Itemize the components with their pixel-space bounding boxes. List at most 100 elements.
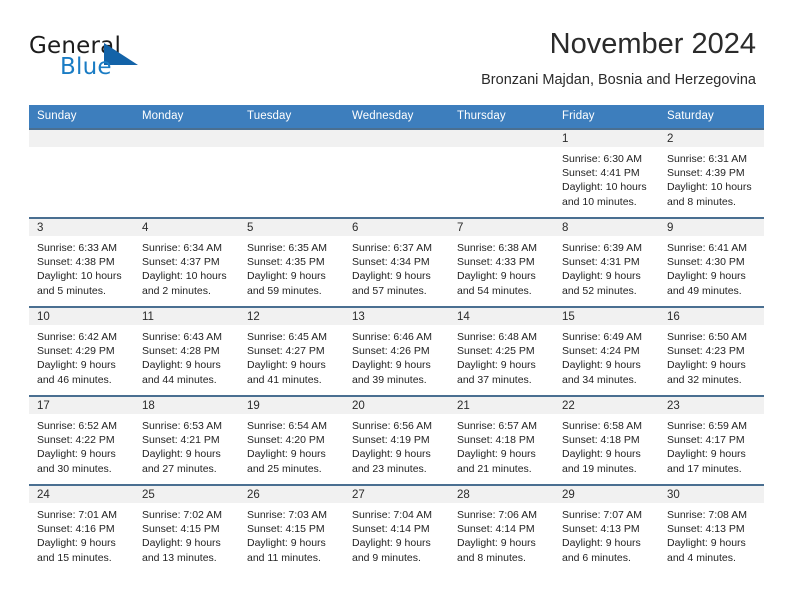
day-number: 19 — [239, 397, 344, 414]
calendar-day-cell[interactable]: 11 Sunrise: 6:43 AM Sunset: 4:28 PM Dayligh… — [134, 306, 239, 396]
sunrise-text: Sunrise: 7:03 AM — [247, 509, 327, 521]
calendar-day-cell[interactable]: 8 Sunrise: 6:39 AM Sunset: 4:31 PM Daylight… — [554, 217, 659, 307]
day-number: 18 — [134, 397, 239, 414]
day-number: 6 — [344, 219, 449, 236]
sunset-text: Sunset: 4:28 PM — [142, 345, 220, 358]
daylight-text: Daylight: 9 hours and 23 minutes. — [352, 448, 431, 475]
weekday-header-tuesday: Tuesday — [239, 105, 344, 129]
calendar-day-cell[interactable]: 15 Sunrise: 6:49 AM Sunset: 4:24 PM Dayligh… — [554, 306, 659, 396]
calendar-day-cell[interactable]: 16 Sunrise: 6:50 AM Sunset: 4:23 PM Dayligh… — [659, 306, 764, 396]
sunset-text: Sunset: 4:18 PM — [562, 434, 640, 447]
calendar-day-cell[interactable]: 27 Sunrise: 7:04 AM Sunset: 4:14 PM Dayligh… — [344, 484, 449, 574]
generalblue-logo[interactable]: General Blue — [29, 33, 169, 83]
sunrise-text: Sunrise: 6:38 AM — [457, 242, 537, 254]
calendar-day-cell[interactable]: 29 Sunrise: 7:07 AM Sunset: 4:13 PM Dayligh… — [554, 484, 659, 574]
day-details: Sunrise: 6:37 AM Sunset: 4:34 PM Daylight:… — [344, 236, 449, 298]
sunset-text: Sunset: 4:25 PM — [457, 345, 535, 358]
sunset-text: Sunset: 4:23 PM — [667, 345, 745, 358]
calendar-day-cell[interactable]: 24 Sunrise: 7:01 AM Sunset: 4:16 PM Dayligh… — [29, 484, 134, 574]
daylight-text: Daylight: 9 hours and 39 minutes. — [352, 359, 431, 386]
sunrise-text: Sunrise: 6:50 AM — [667, 331, 747, 343]
calendar-day-cell[interactable]: 18 Sunrise: 6:53 AM Sunset: 4:21 PM Dayligh… — [134, 395, 239, 485]
day-number: 4 — [134, 219, 239, 236]
sunrise-text: Sunrise: 7:08 AM — [667, 509, 747, 521]
page-header: General Blue November 2024 Bronzani Majd… — [0, 0, 792, 104]
day-number: 7 — [449, 219, 554, 236]
calendar-day-cell[interactable]: 21 Sunrise: 6:57 AM Sunset: 4:18 PM Dayligh… — [449, 395, 554, 485]
day-number: 9 — [659, 219, 764, 236]
sunrise-text: Sunrise: 6:54 AM — [247, 420, 327, 432]
sunrise-text: Sunrise: 6:43 AM — [142, 331, 222, 343]
sunset-text: Sunset: 4:33 PM — [457, 256, 535, 269]
day-details: Sunrise: 6:57 AM Sunset: 4:18 PM Daylight:… — [449, 414, 554, 476]
day-number — [449, 130, 554, 147]
calendar-day-cell[interactable]: 12 Sunrise: 6:45 AM Sunset: 4:27 PM Dayligh… — [239, 306, 344, 396]
day-number: 28 — [449, 486, 554, 503]
day-details: Sunrise: 6:59 AM Sunset: 4:17 PM Daylight:… — [659, 414, 764, 476]
calendar-day-cell[interactable]: 5 Sunrise: 6:35 AM Sunset: 4:35 PM Daylight… — [239, 217, 344, 307]
sunset-text: Sunset: 4:34 PM — [352, 256, 430, 269]
daylight-text: Daylight: 9 hours and 32 minutes. — [667, 359, 746, 386]
calendar-day-cell[interactable]: 22 Sunrise: 6:58 AM Sunset: 4:18 PM Dayligh… — [554, 395, 659, 485]
daylight-text: Daylight: 9 hours and 25 minutes. — [247, 448, 326, 475]
calendar-day-cell[interactable]: 25 Sunrise: 7:02 AM Sunset: 4:15 PM Dayligh… — [134, 484, 239, 574]
calendar-day-cell[interactable]: 4 Sunrise: 6:34 AM Sunset: 4:37 PM Daylight… — [134, 217, 239, 307]
calendar-day-cell[interactable]: 30 Sunrise: 7:08 AM Sunset: 4:13 PM Dayligh… — [659, 484, 764, 574]
daylight-text: Daylight: 9 hours and 30 minutes. — [37, 448, 116, 475]
calendar-cell-empty — [449, 128, 554, 218]
sunset-text: Sunset: 4:13 PM — [562, 523, 640, 536]
day-number: 27 — [344, 486, 449, 503]
sunrise-text: Sunrise: 6:39 AM — [562, 242, 642, 254]
sunrise-text: Sunrise: 6:35 AM — [247, 242, 327, 254]
day-number: 23 — [659, 397, 764, 414]
calendar-day-cell[interactable]: 23 Sunrise: 6:59 AM Sunset: 4:17 PM Dayligh… — [659, 395, 764, 485]
sunrise-text: Sunrise: 6:31 AM — [667, 153, 747, 165]
calendar-day-cell[interactable]: 6 Sunrise: 6:37 AM Sunset: 4:34 PM Daylight… — [344, 217, 449, 307]
day-number: 15 — [554, 308, 659, 325]
sunrise-text: Sunrise: 6:49 AM — [562, 331, 642, 343]
daylight-text: Daylight: 9 hours and 37 minutes. — [457, 359, 536, 386]
day-number: 5 — [239, 219, 344, 236]
day-details: Sunrise: 6:46 AM Sunset: 4:26 PM Daylight:… — [344, 325, 449, 387]
calendar-day-cell[interactable]: 13 Sunrise: 6:46 AM Sunset: 4:26 PM Dayligh… — [344, 306, 449, 396]
sunrise-text: Sunrise: 7:06 AM — [457, 509, 537, 521]
calendar-day-cell[interactable]: 26 Sunrise: 7:03 AM Sunset: 4:15 PM Dayligh… — [239, 484, 344, 574]
calendar-day-cell[interactable]: 17 Sunrise: 6:52 AM Sunset: 4:22 PM Dayligh… — [29, 395, 134, 485]
daylight-text: Daylight: 10 hours and 10 minutes. — [562, 181, 647, 208]
calendar-day-cell[interactable]: 10 Sunrise: 6:42 AM Sunset: 4:29 PM Dayligh… — [29, 306, 134, 396]
sunrise-text: Sunrise: 6:42 AM — [37, 331, 117, 343]
daylight-text: Daylight: 9 hours and 15 minutes. — [37, 537, 116, 564]
weekday-header-friday: Friday — [554, 105, 659, 129]
daylight-text: Daylight: 9 hours and 19 minutes. — [562, 448, 641, 475]
day-number: 13 — [344, 308, 449, 325]
day-details: Sunrise: 6:56 AM Sunset: 4:19 PM Daylight:… — [344, 414, 449, 476]
calendar-table: Sunday Monday Tuesday Wednesday Thursday Frid… — [29, 105, 764, 574]
logo-text-blue: Blue — [60, 54, 112, 80]
sunrise-text: Sunrise: 6:46 AM — [352, 331, 432, 343]
sunrise-text: Sunrise: 6:57 AM — [457, 420, 537, 432]
sunrise-text: Sunrise: 7:02 AM — [142, 509, 222, 521]
day-number: 30 — [659, 486, 764, 503]
daylight-text: Daylight: 9 hours and 6 minutes. — [562, 537, 641, 564]
sunset-text: Sunset: 4:20 PM — [247, 434, 325, 447]
calendar-day-cell[interactable]: 7 Sunrise: 6:38 AM Sunset: 4:33 PM Daylight… — [449, 217, 554, 307]
day-details: Sunrise: 7:03 AM Sunset: 4:15 PM Daylight:… — [239, 503, 344, 565]
calendar-day-cell[interactable]: 9 Sunrise: 6:41 AM Sunset: 4:30 PM Daylight… — [659, 217, 764, 307]
daylight-text: Daylight: 9 hours and 41 minutes. — [247, 359, 326, 386]
sunset-text: Sunset: 4:13 PM — [667, 523, 745, 536]
calendar-day-cell[interactable]: 1 Sunrise: 6:30 AM Sunset: 4:41 PM Daylight… — [554, 128, 659, 218]
calendar-day-cell[interactable]: 28 Sunrise: 7:06 AM Sunset: 4:14 PM Dayligh… — [449, 484, 554, 574]
day-details: Sunrise: 6:53 AM Sunset: 4:21 PM Daylight:… — [134, 414, 239, 476]
daylight-text: Daylight: 10 hours and 5 minutes. — [37, 270, 122, 297]
location-subtitle: Bronzani Majdan, Bosnia and Herzegovina — [481, 72, 756, 88]
calendar-day-cell[interactable]: 20 Sunrise: 6:56 AM Sunset: 4:19 PM Dayligh… — [344, 395, 449, 485]
sunset-text: Sunset: 4:19 PM — [352, 434, 430, 447]
daylight-text: Daylight: 9 hours and 34 minutes. — [562, 359, 641, 386]
calendar-day-cell[interactable]: 14 Sunrise: 6:48 AM Sunset: 4:25 PM Dayligh… — [449, 306, 554, 396]
daylight-text: Daylight: 10 hours and 8 minutes. — [667, 181, 752, 208]
calendar-day-cell[interactable]: 19 Sunrise: 6:54 AM Sunset: 4:20 PM Dayligh… — [239, 395, 344, 485]
calendar-day-cell[interactable]: 3 Sunrise: 6:33 AM Sunset: 4:38 PM Daylight… — [29, 217, 134, 307]
day-details: Sunrise: 6:43 AM Sunset: 4:28 PM Daylight:… — [134, 325, 239, 387]
calendar-day-cell[interactable]: 2 Sunrise: 6:31 AM Sunset: 4:39 PM Daylight… — [659, 128, 764, 218]
day-number: 26 — [239, 486, 344, 503]
